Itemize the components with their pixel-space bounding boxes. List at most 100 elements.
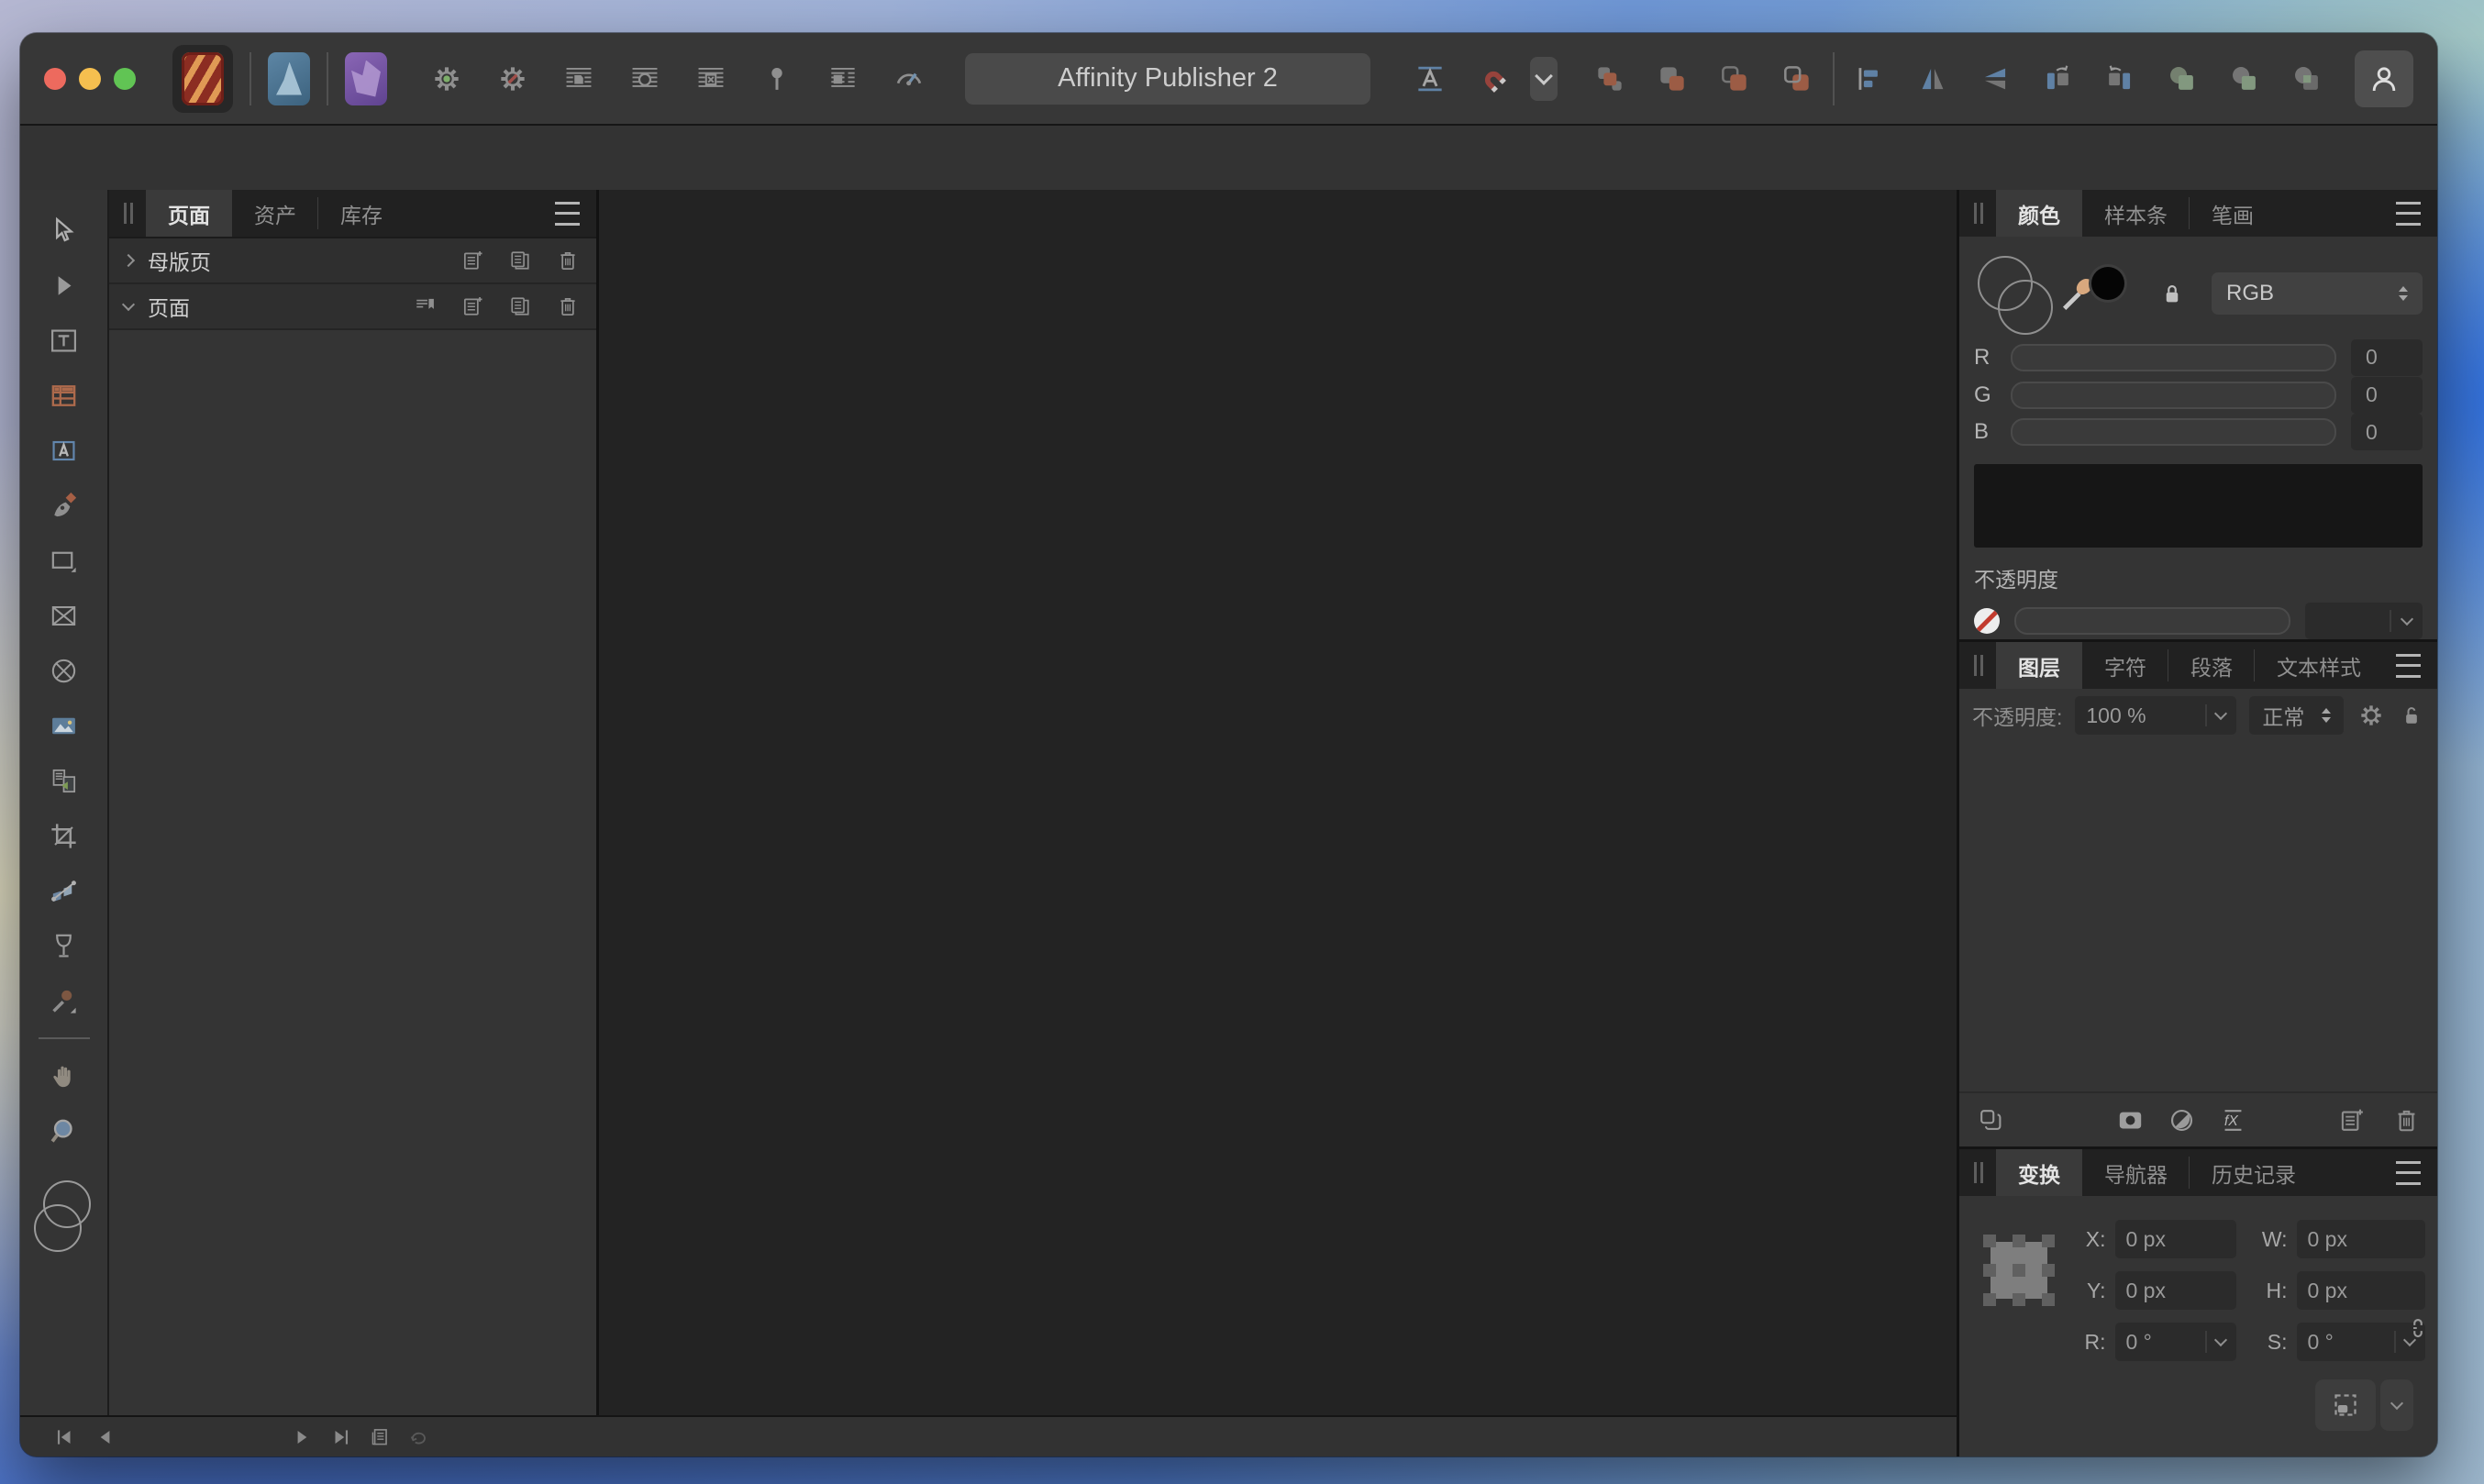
rotate-view-icon[interactable] (405, 1424, 431, 1450)
tab-navigator[interactable]: 导航器 (2082, 1149, 2190, 1196)
section-manager-icon[interactable] (411, 293, 438, 320)
color-model-select[interactable]: RGB (2212, 272, 2423, 315)
table-tool-icon[interactable] (37, 368, 92, 423)
y-field[interactable]: 0 px (2115, 1271, 2236, 1310)
rotate-clockwise-icon[interactable] (2101, 60, 2139, 98)
rotate-counterclockwise-icon[interactable] (2038, 60, 2077, 98)
alignment-icon[interactable] (1851, 60, 1890, 98)
stroke-color-well[interactable] (34, 1204, 82, 1252)
fill-stroke-wells[interactable] (1974, 254, 2051, 333)
add-page-icon[interactable] (459, 247, 486, 274)
no-color-icon[interactable] (1974, 608, 2000, 634)
layer-effects-icon[interactable] (2216, 1103, 2249, 1136)
pen-tool-icon[interactable] (37, 478, 92, 533)
transform-origin-button[interactable] (2315, 1379, 2376, 1431)
flip-vertical-icon[interactable] (1976, 60, 2014, 98)
preflight-icon[interactable] (890, 60, 928, 98)
tab-assets[interactable]: 资产 (232, 190, 318, 237)
gear-slash-icon[interactable] (493, 60, 532, 98)
place-image-tool-icon[interactable] (37, 698, 92, 753)
last-page-icon[interactable] (328, 1424, 354, 1450)
picture-frame-rectangle-tool-icon[interactable] (37, 588, 92, 643)
gear-check-icon[interactable] (427, 60, 466, 98)
vector-crop-tool-icon[interactable] (37, 808, 92, 863)
color-picker-tool-icon[interactable] (37, 973, 92, 1028)
red-slider[interactable] (2011, 344, 2336, 371)
publisher-app-button[interactable] (172, 45, 233, 113)
arrange-to-back-icon[interactable] (1778, 60, 1816, 98)
boolean-add-icon[interactable] (2163, 60, 2201, 98)
tab-layers[interactable]: 图层 (1996, 642, 2082, 689)
account-button[interactable] (2355, 50, 2413, 107)
adjustment-layer-icon[interactable] (2165, 1103, 2198, 1136)
delete-layer-icon[interactable] (2390, 1103, 2423, 1136)
transform-origin-dropdown[interactable] (2380, 1379, 2413, 1431)
fill-stroke-selector[interactable] (34, 1180, 94, 1250)
special-characters-icon[interactable] (824, 60, 862, 98)
move-tool-icon[interactable] (37, 203, 92, 258)
panel-drag-grip[interactable] (1972, 1162, 1987, 1183)
panel-menu-icon[interactable] (2396, 1161, 2421, 1185)
text-styles-icon[interactable] (1411, 60, 1449, 98)
frame-text-tool-icon[interactable] (37, 313, 92, 368)
fill-tool-icon[interactable] (37, 863, 92, 918)
zoom-button[interactable] (114, 68, 136, 90)
tab-character[interactable]: 字符 (2082, 642, 2168, 689)
snapping-magnet-icon[interactable] (1473, 60, 1512, 98)
color-picker-well[interactable] (2057, 261, 2135, 326)
panel-drag-grip[interactable] (1972, 203, 1987, 224)
blend-mode-select[interactable]: 正常 (2249, 696, 2344, 735)
master-pages-section[interactable]: 母版页 (109, 237, 596, 284)
duplicate-page-icon[interactable] (506, 247, 534, 274)
text-wrap-ellipse-icon[interactable] (626, 60, 664, 98)
pin-icon[interactable] (758, 60, 796, 98)
arrange-forward-icon[interactable] (1653, 60, 1691, 98)
tab-text-styles[interactable]: 文本样式 (2255, 642, 2383, 689)
next-page-icon[interactable] (290, 1424, 316, 1450)
layer-opacity-dropdown[interactable]: 100 % (2075, 696, 2236, 735)
rotation-field[interactable]: 0 ° (2115, 1323, 2236, 1361)
add-layer-icon[interactable] (2334, 1103, 2368, 1136)
page-list-icon[interactable] (367, 1424, 393, 1450)
pages-list-empty[interactable] (109, 330, 596, 1415)
tab-color[interactable]: 颜色 (1996, 190, 2082, 237)
duplicate-layers-icon[interactable] (1974, 1103, 2007, 1136)
tab-swatches[interactable]: 样本条 (2082, 190, 2190, 237)
arrange-backward-icon[interactable] (1715, 60, 1754, 98)
panel-drag-grip[interactable] (122, 203, 137, 224)
data-merge-tool-icon[interactable] (37, 753, 92, 808)
layers-list-empty[interactable] (1959, 742, 2437, 1091)
w-field[interactable]: 0 px (2297, 1220, 2425, 1258)
arrange-to-front-icon[interactable] (1591, 60, 1629, 98)
document-canvas[interactable] (599, 190, 1957, 1415)
tab-pages[interactable]: 页面 (146, 190, 232, 237)
rectangle-tool-icon[interactable] (37, 533, 92, 588)
x-field[interactable]: 0 px (2115, 1220, 2236, 1258)
transparency-tool-icon[interactable] (37, 918, 92, 973)
snapping-options-dropdown[interactable] (1530, 57, 1558, 101)
node-tool-icon[interactable] (37, 258, 92, 313)
anchor-point-selector[interactable] (1983, 1235, 2055, 1306)
green-value-field[interactable]: 0 (2351, 377, 2423, 414)
panel-menu-icon[interactable] (555, 202, 580, 226)
chevron-right-icon[interactable] (122, 254, 135, 267)
add-page-icon[interactable] (459, 293, 486, 320)
green-slider[interactable] (2011, 382, 2336, 409)
blend-options-gear-icon[interactable] (2356, 701, 2386, 730)
boolean-intersect-icon[interactable] (2288, 60, 2326, 98)
opacity-slider[interactable] (2014, 607, 2290, 635)
text-wrap-document-icon[interactable] (560, 60, 598, 98)
minimize-button[interactable] (79, 68, 101, 90)
view-tool-icon[interactable] (37, 1048, 92, 1103)
lock-layer-icon[interactable] (2399, 703, 2424, 728)
close-button[interactable] (44, 68, 66, 90)
tab-history[interactable]: 历史记录 (2190, 1149, 2318, 1196)
blue-slider[interactable] (2011, 418, 2336, 446)
delete-icon[interactable] (554, 247, 582, 274)
first-page-icon[interactable] (51, 1424, 77, 1450)
stroke-color-well[interactable] (1998, 280, 2053, 335)
panel-menu-icon[interactable] (2396, 654, 2421, 678)
tab-paragraph[interactable]: 段落 (2168, 642, 2255, 689)
panel-menu-icon[interactable] (2396, 202, 2421, 226)
text-wrap-none-icon[interactable] (692, 60, 730, 98)
